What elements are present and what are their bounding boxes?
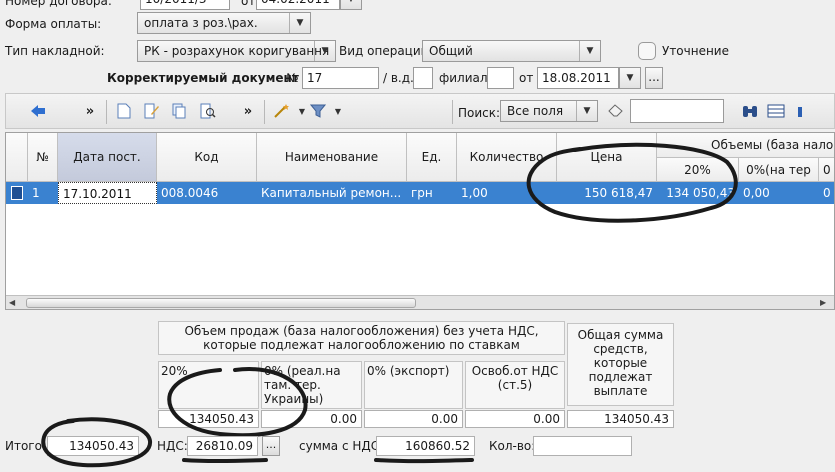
- num-label: №: [286, 71, 299, 85]
- col-header-0-b[interactable]: 0: [819, 158, 834, 182]
- wand-icon[interactable]: [272, 101, 292, 121]
- col-header-date[interactable]: Дата пост.: [58, 133, 157, 182]
- contract-from-label: от: [241, 0, 256, 8]
- cell-date[interactable]: 17.10.2011: [58, 182, 157, 204]
- chevron-down-icon: ▼: [314, 41, 335, 61]
- col-header-0-ter[interactable]: 0%(на тер: [739, 158, 819, 182]
- annotation-circle-price: [526, 142, 738, 223]
- search-input[interactable]: [630, 99, 724, 123]
- summary-total-header: Общая сумма средств, которые подлежат вы…: [567, 323, 674, 406]
- contract-date-dropdown[interactable]: ▼: [340, 0, 362, 10]
- scrollbar-thumb[interactable]: [26, 298, 416, 308]
- chevron-down-icon: ▼: [348, 0, 355, 4]
- search-scope-value: Все поля: [507, 104, 564, 118]
- payment-combo[interactable]: оплата з роз.\рах. ▼: [137, 12, 311, 34]
- info-icon[interactable]: [790, 101, 810, 121]
- search-scope-combo[interactable]: Все поля ▼: [500, 100, 598, 122]
- horizontal-scrollbar[interactable]: ◀ ▶: [6, 295, 834, 309]
- row-indicator: [11, 186, 23, 200]
- clarify-checkbox[interactable]: [638, 42, 656, 60]
- cell-code: 008.0046: [161, 186, 219, 200]
- chevron-down-icon: ▼: [579, 41, 600, 61]
- summary-main-header: Объем продаж (база налогообложения) без …: [158, 321, 565, 355]
- count-label: Кол-во:: [489, 439, 536, 453]
- contract-date-field[interactable]: 04.02.2011: [256, 0, 340, 10]
- edit-document-icon[interactable]: [142, 101, 162, 121]
- vat-label: НДС:: [157, 439, 188, 453]
- branch-field[interactable]: [487, 67, 514, 89]
- cell-name: Капитальный ремон...: [261, 186, 402, 200]
- table-icon[interactable]: [766, 101, 786, 121]
- contract-number-field[interactable]: 10/2011/3: [140, 0, 230, 10]
- annotation-circle-summary: [167, 367, 308, 438]
- summary-value-total[interactable]: 134050.43: [567, 410, 674, 428]
- sum-vat-field[interactable]: 160860.52: [376, 436, 475, 456]
- corr-num-field[interactable]: 17: [302, 67, 379, 89]
- col-header-unit[interactable]: Ед.: [407, 133, 457, 182]
- toolbar-overflow-button-2[interactable]: »: [238, 101, 258, 121]
- operation-label: Вид операции:: [339, 44, 433, 58]
- vat-select-button[interactable]: ...: [262, 436, 280, 456]
- invoice-type-combo[interactable]: РК - розрахунок коригування ▼: [137, 40, 336, 62]
- col-header-num[interactable]: №: [28, 133, 58, 182]
- summary-value-exempt[interactable]: 0.00: [465, 410, 565, 428]
- grid-toolbar: » » ▼ ▼ Поиск: Все поля ▼: [5, 93, 835, 129]
- payment-value: оплата з роз.\рах.: [144, 16, 258, 30]
- arrow-left-icon[interactable]: [28, 101, 48, 121]
- corr-date-field[interactable]: 18.08.2011: [537, 67, 619, 89]
- branch-label: филиал: [439, 71, 488, 85]
- arrow-right-icon[interactable]: ▶: [820, 298, 826, 307]
- grid-corner: [6, 133, 28, 182]
- vd-field[interactable]: [413, 67, 433, 89]
- chevron-down-icon[interactable]: ▼: [328, 101, 348, 121]
- corr-date-dropdown[interactable]: ▼: [619, 67, 641, 89]
- summary-col-exempt: Освоб.от НДС (ст.5): [465, 361, 565, 409]
- arrow-left-icon[interactable]: ◀: [9, 298, 15, 307]
- invoice-type-label: Тип накладной:: [5, 44, 105, 58]
- view-document-icon[interactable]: [198, 101, 218, 121]
- chevron-down-icon: ▼: [576, 101, 597, 121]
- invoice-type-value: РК - розрахунок коригування: [144, 44, 330, 58]
- col-header-name[interactable]: Наименование: [257, 133, 407, 182]
- contract-label: Номер договора:: [5, 0, 112, 8]
- cell-unit: грн: [411, 186, 433, 200]
- new-document-icon[interactable]: [114, 101, 134, 121]
- payment-label: Форма оплаты:: [5, 17, 102, 31]
- summary-value-export[interactable]: 0.00: [364, 410, 463, 428]
- clarify-label: Уточнение: [662, 44, 729, 58]
- cell-num: 1: [32, 186, 40, 200]
- filter-icon[interactable]: [308, 101, 328, 121]
- annotation-underlines: [182, 458, 474, 464]
- copy-document-icon[interactable]: [170, 101, 190, 121]
- summary-col-export: 0% (экспорт): [364, 361, 463, 409]
- chevron-down-icon: ▼: [626, 73, 634, 83]
- vd-label: / в.д.: [383, 71, 414, 85]
- binoculars-icon[interactable]: [740, 101, 760, 121]
- corr-from-label: от: [519, 71, 534, 85]
- corr-doc-select-button[interactable]: ...: [645, 67, 663, 89]
- annotation-circle-total: [41, 417, 152, 468]
- cell-vol-0: 0,00: [743, 186, 770, 200]
- vat-field[interactable]: 26810.09: [187, 436, 258, 456]
- col-header-code[interactable]: Код: [157, 133, 257, 182]
- toolbar-overflow-button[interactable]: »: [80, 101, 100, 121]
- sum-vat-label: сумма с НДС:: [299, 439, 384, 453]
- count-field[interactable]: [533, 436, 632, 456]
- operation-value: Общий: [429, 44, 473, 58]
- operation-combo[interactable]: Общий ▼: [422, 40, 601, 62]
- corr-doc-label: Корректируемый документ -: [107, 71, 308, 85]
- chevron-down-icon: ▼: [289, 13, 310, 33]
- search-label: Поиск:: [458, 106, 501, 120]
- cell-vol-0b: 0: [823, 186, 831, 200]
- eraser-icon[interactable]: [606, 101, 626, 121]
